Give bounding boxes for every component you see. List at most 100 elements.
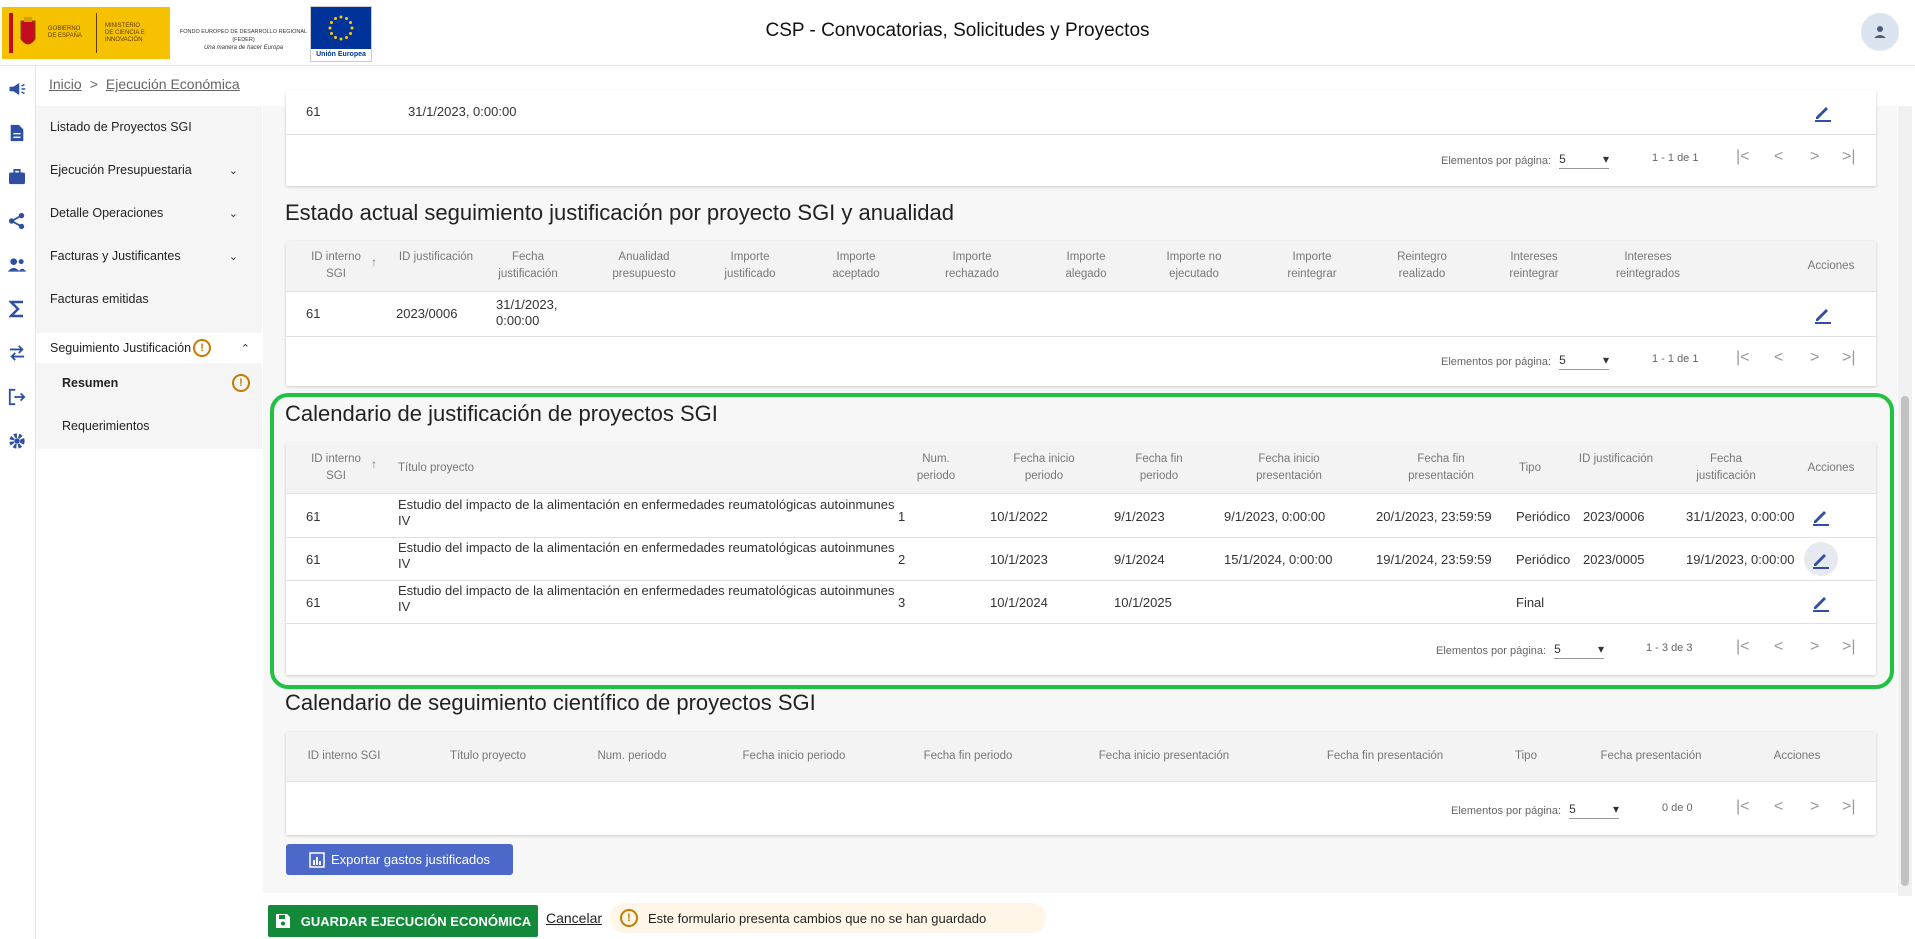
prev-page-icon[interactable]: <: [1774, 798, 1783, 816]
menu-item-label: Ejecución Presupuestaria: [50, 163, 192, 177]
briefcase-icon[interactable]: [4, 164, 30, 190]
edit-icon[interactable]: [1806, 95, 1840, 129]
breadcrumb-home-link[interactable]: Inicio: [49, 76, 82, 92]
breadcrumb-current-link[interactable]: Ejecución Económica: [106, 76, 240, 92]
th-intereses-reintegrados[interactable]: Intereses reintegrados: [1606, 249, 1690, 283]
next-page-icon[interactable]: >: [1810, 638, 1819, 656]
document-icon[interactable]: [4, 120, 30, 146]
megaphone-icon[interactable]: [4, 76, 30, 102]
export-button[interactable]: Exportar gastos justificados: [286, 844, 513, 875]
th-inicio-periodo[interactable]: Fecha inicio periodo: [1004, 451, 1084, 485]
first-page-icon[interactable]: |<: [1736, 638, 1750, 656]
cell-titulo: Estudio del impacto de la alimentación e…: [398, 497, 895, 528]
first-page-icon[interactable]: |<: [1736, 349, 1750, 367]
user-avatar-button[interactable]: [1861, 13, 1899, 51]
th-fin-presentacion[interactable]: Fecha fin presentación: [1398, 451, 1484, 485]
th-inicio-periodo[interactable]: Fecha inicio periodo: [732, 748, 856, 765]
chevron-up-icon: ⌃: [240, 342, 250, 355]
edit-icon[interactable]: [1806, 297, 1840, 331]
th-inicio-presentacion[interactable]: Fecha inicio presentación: [1082, 748, 1246, 765]
menu-item-facturas-emitidas[interactable]: Facturas emitidas: [50, 292, 149, 306]
edit-icon[interactable]: [1804, 499, 1838, 533]
prev-page-icon[interactable]: <: [1774, 638, 1783, 656]
cell-inicio: 10/1/2024: [990, 595, 1048, 610]
next-page-icon[interactable]: >: [1810, 148, 1819, 166]
cell-fin: 9/1/2024: [1114, 552, 1165, 567]
th-anualidad[interactable]: Anualidad presupuesto: [602, 249, 686, 283]
menu-item-listado[interactable]: Listado de Proyectos SGI: [50, 120, 192, 134]
last-page-icon[interactable]: >|: [1842, 638, 1856, 656]
th-id[interactable]: ID interno SGI: [306, 748, 382, 765]
table-estado: ID interno SGI ↑ ID justificación Fecha …: [286, 241, 1876, 386]
sigma-icon[interactable]: [4, 296, 30, 322]
cell-fecha: 31/1/2023, 0:00:00: [408, 104, 517, 119]
person-icon: [1874, 26, 1886, 38]
th-titulo[interactable]: Título proyecto: [398, 460, 478, 477]
page-size-select[interactable]: 5 ▾: [1559, 353, 1610, 370]
cancel-link[interactable]: Cancelar: [546, 910, 602, 926]
icon-rail: [0, 66, 36, 939]
th-fecha[interactable]: Fecha justificación: [486, 249, 570, 283]
th-no-ejecutado[interactable]: Importe no ejecutado: [1156, 249, 1232, 283]
scrollbar-thumb[interactable]: [1901, 396, 1909, 886]
menu-item-requerimientos[interactable]: Requerimientos: [62, 419, 150, 433]
th-fin-presentacion[interactable]: Fecha fin presentación: [1312, 748, 1458, 765]
last-page-icon[interactable]: >|: [1842, 148, 1856, 166]
th-justificado[interactable]: Importe justificado: [714, 249, 786, 283]
people-icon[interactable]: [4, 252, 30, 278]
sort-arrow-up-icon[interactable]: ↑: [368, 457, 380, 474]
th-reintegrar[interactable]: Importe reintegrar: [1276, 249, 1348, 283]
cell-id: 61: [306, 509, 321, 524]
next-page-icon[interactable]: >: [1810, 798, 1819, 816]
page-size-select[interactable]: 5 ▾: [1554, 642, 1605, 659]
th-num-periodo[interactable]: Num. periodo: [592, 748, 672, 765]
last-page-icon[interactable]: >|: [1842, 349, 1856, 367]
edit-icon[interactable]: [1804, 585, 1838, 619]
th-id-just[interactable]: ID justificación: [396, 249, 476, 266]
page-size-select[interactable]: 5 ▾: [1569, 802, 1620, 819]
page-size-value: 5: [1559, 152, 1566, 166]
last-page-icon[interactable]: >|: [1842, 798, 1856, 816]
page-size-label: Elementos por página:: [1441, 355, 1552, 368]
first-page-icon[interactable]: |<: [1736, 798, 1750, 816]
th-aceptado[interactable]: Importe aceptado: [824, 249, 888, 283]
menu-item-ejecucion-presupuestaria[interactable]: Ejecución Presupuestaria ⌄: [50, 163, 250, 177]
prev-page-icon[interactable]: <: [1774, 349, 1783, 367]
th-intereses-reintegrar[interactable]: Intereses reintegrar: [1502, 249, 1566, 283]
th-rechazado[interactable]: Importe rechazado: [934, 249, 1010, 283]
menu-item-resumen[interactable]: Resumen!: [62, 374, 250, 392]
range-label: 1 - 1 de 1: [1652, 152, 1699, 164]
settings-icon[interactable]: [4, 428, 30, 454]
th-fecha-presentacion[interactable]: Fecha presentación: [1586, 748, 1716, 765]
menu-item-seguimiento-justificacion[interactable]: Seguimiento Justificación! ⌃: [36, 333, 262, 363]
th-fecha-justificacion[interactable]: Fecha justificación: [1684, 451, 1768, 485]
menu-item-facturas-justificantes[interactable]: Facturas y Justificantes ⌄: [50, 249, 250, 263]
cell-inicio-pres: 9/1/2023, 0:00:00: [1224, 509, 1326, 524]
th-id[interactable]: ID interno SGI: [306, 249, 366, 283]
menu-item-detalle-operaciones[interactable]: Detalle Operaciones ⌄: [50, 206, 250, 220]
th-inicio-presentacion[interactable]: Fecha inicio presentación: [1246, 451, 1332, 485]
th-tipo[interactable]: Tipo: [1510, 460, 1550, 477]
swap-icon[interactable]: [4, 340, 30, 366]
th-reintegro[interactable]: Reintegro realizado: [1386, 249, 1458, 283]
th-id-justificacion[interactable]: ID justificación: [1576, 451, 1656, 468]
sort-arrow-up-icon[interactable]: ↑: [368, 255, 380, 272]
th-id[interactable]: ID interno SGI: [306, 451, 366, 485]
th-alegado[interactable]: Importe alegado: [1054, 249, 1118, 283]
th-num-periodo[interactable]: Num. periodo: [906, 451, 966, 485]
edit-icon[interactable]: [1804, 542, 1838, 576]
th-fin-periodo[interactable]: Fecha fin periodo: [1124, 451, 1194, 485]
th-tipo[interactable]: Tipo: [1506, 748, 1546, 765]
page-size-select[interactable]: 5 ▾: [1559, 152, 1610, 169]
section-title-estado: Estado actual seguimiento justificación …: [285, 200, 954, 225]
logout-icon[interactable]: [4, 384, 30, 410]
prev-page-icon[interactable]: <: [1774, 148, 1783, 166]
share-icon[interactable]: [4, 208, 30, 234]
save-button[interactable]: GUARDAR EJECUCIÓN ECONÓMICA: [268, 905, 538, 937]
first-page-icon[interactable]: |<: [1736, 148, 1750, 166]
scrollbar[interactable]: [1898, 106, 1912, 896]
th-titulo[interactable]: Título proyecto: [446, 748, 530, 765]
th-fin-periodo[interactable]: Fecha fin periodo: [916, 748, 1020, 765]
next-page-icon[interactable]: >: [1810, 349, 1819, 367]
app-title: CSP - Convocatorias, Solicitudes y Proye…: [765, 20, 1150, 41]
